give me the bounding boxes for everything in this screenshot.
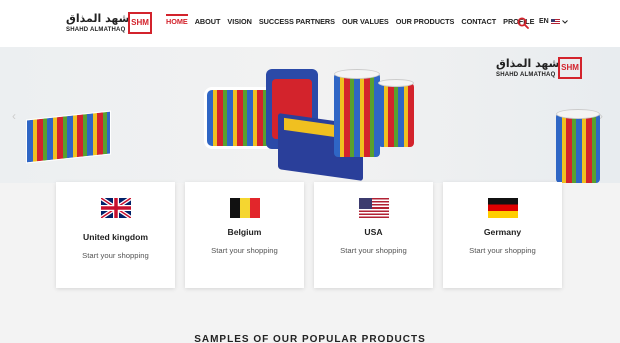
product-can-right-image: [556, 109, 600, 183]
country-name: United kingdom: [83, 232, 148, 242]
usa-flag-icon: [358, 198, 389, 218]
language-label: EN: [539, 18, 549, 25]
logo-latin-text: SHAHD ALMATHAQ: [66, 27, 126, 33]
country-name: Germany: [483, 227, 522, 237]
language-selector[interactable]: EN: [539, 18, 568, 25]
country-cards: United kingdom Start your shopping Belgi…: [56, 182, 574, 288]
nav-success-partners[interactable]: SUCCESS PARTNERS: [259, 17, 335, 31]
product-cylinder-image: [204, 87, 274, 149]
logo-badge: SHM: [128, 12, 152, 34]
page: شهد المذاق SHAHD ALMATHAQ SHM HOME ABOUT…: [0, 0, 620, 343]
uk-flag-icon: [99, 196, 132, 220]
hero-brand-logo: شهد المذاق SHAHD ALMATHAQ SHM: [496, 57, 582, 85]
country-card-germany[interactable]: Germany Start your shopping: [443, 182, 562, 288]
slider-prev-button[interactable]: ‹: [12, 109, 16, 123]
nav-contact[interactable]: CONTACT: [461, 17, 496, 31]
hero-logo-latin-text: SHAHD ALMATHAQ: [496, 72, 556, 78]
nav-vision[interactable]: VISION: [227, 17, 251, 31]
country-card-usa[interactable]: USA Start your shopping: [314, 182, 433, 288]
belgium-flag-icon: [229, 198, 260, 218]
nav-home[interactable]: HOME: [166, 14, 188, 31]
hero-slider: ‹ › شهد المذاق SHAHD ALMATHAQ SHM: [0, 47, 620, 183]
site-header: شهد المذاق SHAHD ALMATHAQ SHM HOME ABOUT…: [0, 0, 620, 47]
country-name: Belgium: [227, 227, 262, 237]
hero-logo-arabic-text: شهد المذاق: [496, 57, 560, 70]
hero-logo-badge: SHM: [558, 57, 582, 79]
start-shopping-link[interactable]: Start your shopping: [56, 251, 175, 260]
country-name: USA: [364, 227, 383, 237]
product-strip-image: [26, 110, 111, 164]
start-shopping-link[interactable]: Start your shopping: [443, 246, 562, 255]
start-shopping-link[interactable]: Start your shopping: [185, 246, 304, 255]
country-card-belgium[interactable]: Belgium Start your shopping: [185, 182, 304, 288]
search-icon[interactable]: [517, 17, 529, 29]
nav-about[interactable]: ABOUT: [195, 17, 221, 31]
chevron-down-icon: [561, 19, 568, 24]
country-card-uk[interactable]: United kingdom Start your shopping: [56, 182, 175, 288]
nav-our-products[interactable]: OUR PRODUCTS: [396, 17, 455, 31]
main-nav: HOME ABOUT VISION SUCCESS PARTNERS OUR V…: [166, 14, 541, 31]
brand-logo[interactable]: شهد المذاق SHAHD ALMATHAQ SHM: [66, 12, 152, 40]
us-flag-icon: [550, 18, 560, 25]
product-can-small-image: [378, 79, 414, 147]
start-shopping-link[interactable]: Start your shopping: [314, 246, 433, 255]
germany-flag-icon: [487, 198, 518, 218]
product-can-image: [334, 69, 380, 157]
nav-our-values[interactable]: OUR VALUES: [342, 17, 389, 31]
section-title: SAMPLES OF OUR POPULAR PRODUCTS: [194, 334, 426, 343]
logo-arabic-text: شهد المذاق: [66, 12, 130, 25]
